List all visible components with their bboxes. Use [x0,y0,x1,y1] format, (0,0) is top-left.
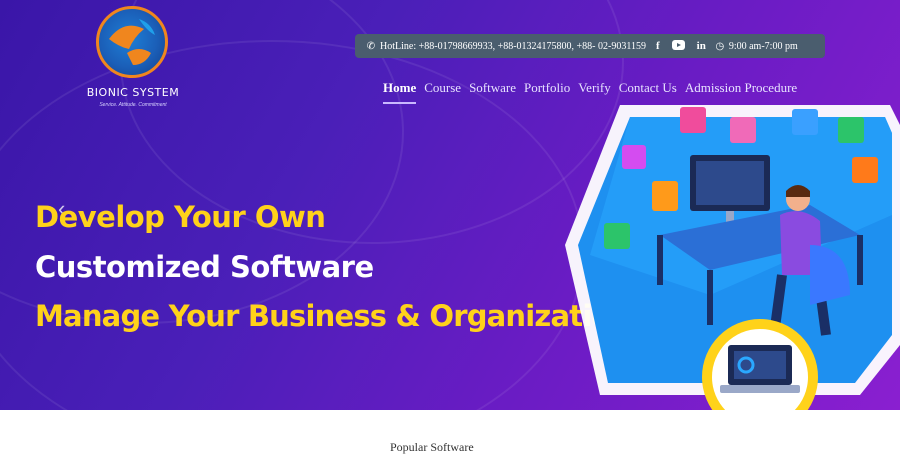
nav-item-software[interactable]: Software [469,80,516,104]
youtube-icon[interactable] [671,39,685,53]
brand-tagline: Service. Attitude. Commitment [99,102,167,108]
nav-item-home[interactable]: Home [383,80,417,104]
hero-banner: BIONIC SYSTEM Service. Attitude. Commitm… [0,0,900,410]
logo-globe-icon [96,6,168,78]
next-section-title: Popular Software [390,440,474,454]
facebook-icon[interactable]: f [656,40,660,52]
clock-icon: ◷ [715,40,725,52]
brand-logo[interactable]: BIONIC SYSTEM Service. Attitude. Commitm… [78,6,188,110]
hero-headline-line2: Customized Software [35,250,374,284]
developer-illustration [565,105,900,410]
office-hours: 9:00 am-7:00 pm [728,40,798,52]
brand-name: BIONIC SYSTEM [86,86,180,99]
hotline-text: HotLine: +88-01798669933, +88-0132417580… [380,40,646,52]
nav-item-course[interactable]: Course [424,80,461,104]
linkedin-icon[interactable]: in [697,40,706,52]
hero-headline-line1: Develop Your Own [35,200,326,234]
hero-headline-line3: Manage Your Business & Organization [35,299,631,333]
phone-icon: ✆ [366,40,376,52]
contact-bar: ✆ HotLine: +88-01798669933, +88-01324175… [355,34,825,58]
